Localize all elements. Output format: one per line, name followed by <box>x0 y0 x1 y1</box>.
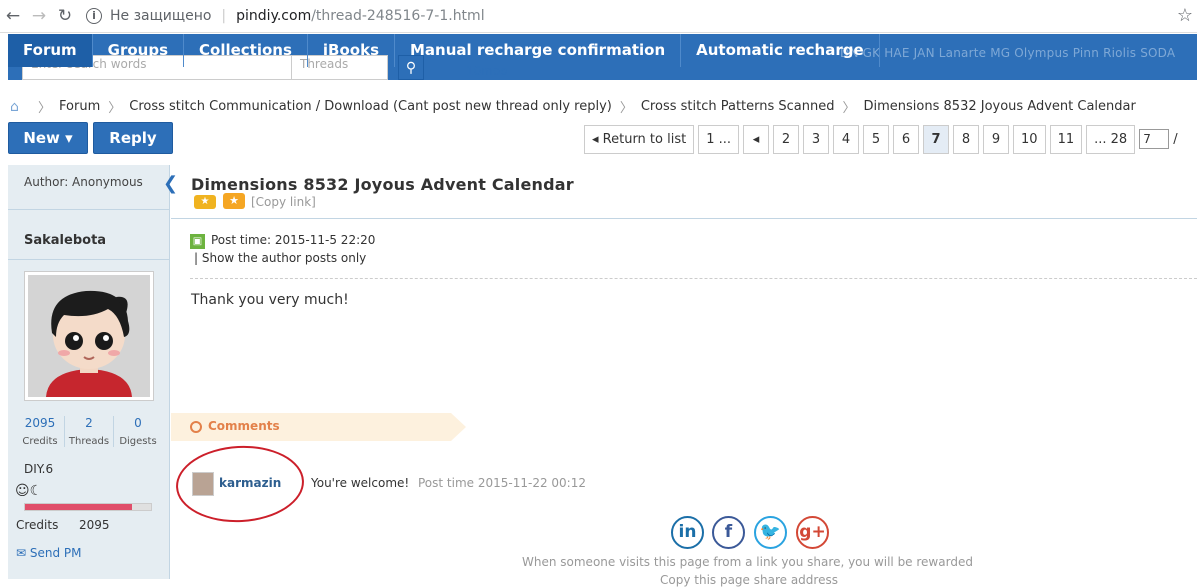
breadcrumb-subboard[interactable]: Cross stitch Patterns Scanned <box>641 99 835 114</box>
post-body: Thank you very much! <box>191 292 349 308</box>
breadcrumb-separator: 〉 <box>842 101 856 116</box>
page-link[interactable]: 11 <box>1049 125 1083 154</box>
nav-automatic-recharge[interactable]: Automatic recharge <box>681 34 880 67</box>
page-jump-input[interactable]: 7 <box>1139 129 1170 149</box>
share-reward-note: When someone visits this page from a lin… <box>522 555 973 569</box>
page-slash: / <box>1173 132 1178 147</box>
brand-tags[interactable]: DN GK HAE JAN Lanarte MG Olympus Pinn Ri… <box>840 46 1175 60</box>
avatar-image <box>28 275 150 397</box>
red-annotation-circle <box>174 442 306 526</box>
new-thread-button[interactable]: New ▾ <box>8 122 88 154</box>
bookmark-star-icon[interactable]: ☆ <box>1177 5 1193 26</box>
stat-label: Threads <box>68 436 110 447</box>
nav-manual-recharge[interactable]: Manual recharge confirmation <box>395 34 682 67</box>
stat-label: Digests <box>119 436 157 447</box>
page-current: 7 <box>923 125 950 154</box>
breadcrumb-thread[interactable]: Dimensions 8532 Joyous Advent Calendar <box>864 99 1136 114</box>
breadcrumb-board[interactable]: Cross stitch Communication / Download (C… <box>129 99 612 114</box>
nav-groups[interactable]: Groups <box>93 34 185 67</box>
page-link[interactable]: 5 <box>863 125 890 154</box>
credits-label: Credits <box>16 518 59 532</box>
chevron-left-icon: ❮ <box>163 173 179 194</box>
page-prev[interactable]: ◂ <box>743 125 770 154</box>
page-link[interactable]: 10 <box>1013 125 1046 154</box>
page-link[interactable]: 9 <box>983 125 1010 154</box>
comment-text: You're welcome! <box>311 476 410 490</box>
credits-value: 2095 <box>79 518 110 532</box>
home-icon[interactable]: ⌂ <box>10 100 24 114</box>
nav-ibooks[interactable]: iBooks <box>308 34 395 67</box>
breadcrumb-separator: 〉 <box>619 101 633 116</box>
address-separator: | <box>221 8 227 24</box>
back-icon[interactable]: ← <box>0 6 26 26</box>
stat-digests[interactable]: 0 Digests <box>114 416 162 447</box>
comments-label: Comments <box>208 419 280 433</box>
breadcrumb-separator: 〉 <box>38 101 52 116</box>
security-status: Не защищено <box>110 8 212 24</box>
twitter-icon[interactable]: 🐦 <box>754 516 787 549</box>
stat-value: 2 <box>85 416 93 430</box>
stat-label: Credits <box>22 436 58 447</box>
page-link[interactable]: 8 <box>953 125 980 154</box>
url-path: /thread-248516-7-1.html <box>311 8 485 24</box>
sidebar-divider <box>8 259 170 260</box>
send-pm-link[interactable]: ✉ Send PM <box>16 546 82 560</box>
level-progress-fill <box>25 504 133 510</box>
return-to-list-button[interactable]: ◂ Return to list <box>584 125 695 154</box>
medal-icon: ★ <box>223 193 245 209</box>
thread-title: Dimensions 8532 Joyous Advent Calendar <box>191 175 574 194</box>
medal-icon: ★ <box>194 195 216 209</box>
header-divider <box>171 218 1197 219</box>
author-stats: 2095 Credits 2 Threads 0 Digests <box>16 416 162 447</box>
stat-value: 0 <box>134 416 142 430</box>
top-nav: DN GK HAE JAN Lanarte MG Olympus Pinn Ri… <box>8 34 1197 80</box>
url-host: pindiy.com <box>236 8 312 24</box>
stat-value: 2095 <box>24 416 56 430</box>
info-icon[interactable]: i <box>86 8 102 24</box>
author-sidebar: Author: Anonymous ❮ Sakalebota 2095 Cred… <box>8 165 178 579</box>
stat-credits[interactable]: 2095 Credits <box>16 416 65 447</box>
page-link[interactable]: 2 <box>773 125 800 154</box>
avatar[interactable] <box>24 271 154 401</box>
page-last[interactable]: ... 28 <box>1086 125 1136 154</box>
sidebar-divider <box>8 209 170 210</box>
nav-forum[interactable]: Forum <box>8 34 93 67</box>
breadcrumb-separator: 〉 <box>108 101 122 116</box>
nav-menu: Forum Groups Collections iBooks Manual r… <box>8 34 880 67</box>
comment-time: Post time 2015-11-22 00:12 <box>418 476 586 490</box>
page-link[interactable]: 4 <box>833 125 860 154</box>
author-name[interactable]: Sakalebota <box>24 233 106 248</box>
linkedin-icon[interactable]: in <box>671 516 704 549</box>
reload-icon[interactable]: ↻ <box>52 6 78 26</box>
address-bar[interactable]: i Не защищено | pindiy.com/thread-248516… <box>86 8 485 24</box>
browser-toolbar: ← → ↻ i Не защищено | pindiy.com/thread-… <box>0 0 1197 33</box>
nav-collections[interactable]: Collections <box>184 34 308 67</box>
page-first[interactable]: 1 ... <box>698 125 740 154</box>
avatar-illustration <box>28 275 150 397</box>
level-medal-icon: ☺☾ <box>15 483 43 499</box>
breadcrumb: ⌂ 〉 Forum 〉 Cross stitch Communication /… <box>10 97 1136 116</box>
breadcrumb-forum[interactable]: Forum <box>59 99 100 114</box>
google-plus-icon[interactable]: g+ <box>796 516 829 549</box>
copy-link[interactable]: [Copy link] <box>251 195 316 209</box>
post-time: Post time: 2015-11-5 22:20 <box>211 233 376 247</box>
user-icon: ▣ <box>190 234 205 249</box>
author-only-link[interactable]: | Show the author posts only <box>194 251 366 265</box>
circle-icon <box>190 421 202 433</box>
stat-threads[interactable]: 2 Threads <box>65 416 114 447</box>
author-tag: Author: Anonymous <box>24 175 143 189</box>
post-divider <box>190 278 1197 279</box>
facebook-icon[interactable]: f <box>712 516 745 549</box>
copy-share-address[interactable]: Copy this page share address <box>660 573 838 587</box>
page-link[interactable]: 6 <box>893 125 920 154</box>
page-link[interactable]: 3 <box>803 125 830 154</box>
level-progress-bar <box>24 503 152 511</box>
user-level: DIY.6 <box>24 462 54 476</box>
forward-icon[interactable]: → <box>26 6 52 26</box>
pagination: ◂ Return to list 1 ... ◂ 2 3 4 5 6 7 8 9… <box>584 125 1178 154</box>
reply-button[interactable]: Reply <box>93 122 173 154</box>
